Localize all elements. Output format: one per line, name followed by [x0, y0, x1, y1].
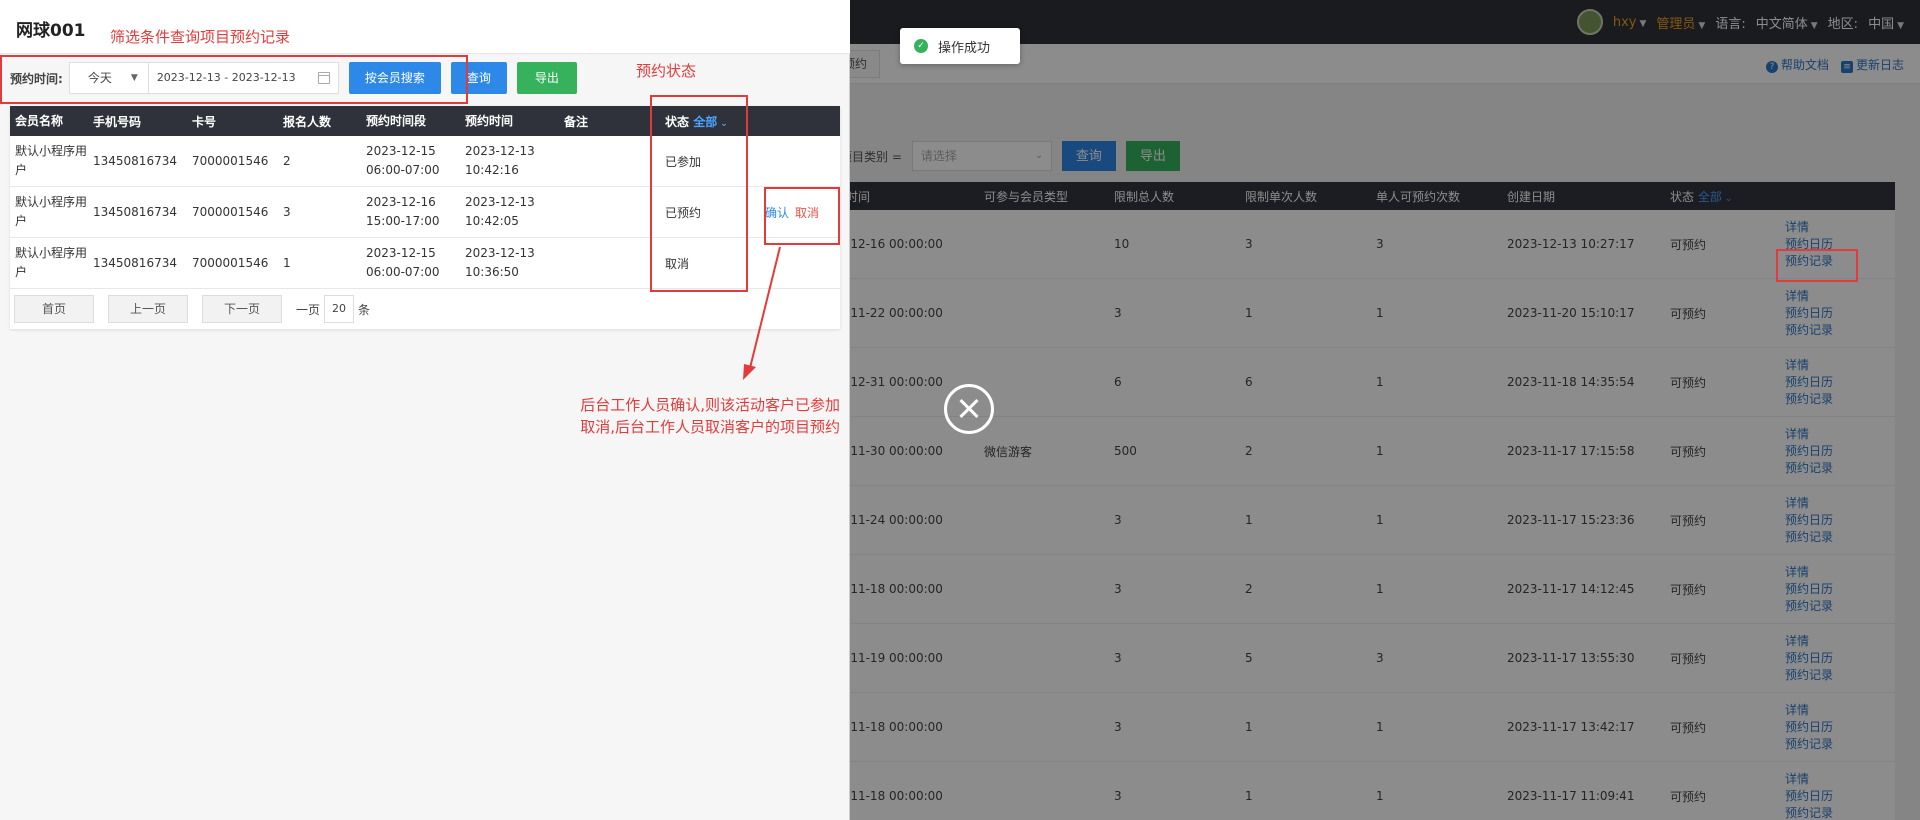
first-page-button[interactable]: 首页: [14, 295, 94, 323]
col-card: 卡号: [192, 114, 217, 129]
record-link-highlight-box: [1776, 249, 1858, 282]
status-highlight-box: [650, 95, 748, 292]
ops-explanation: 后台工作人员确认,则该活动客户已参加 取消,后台工作人员取消客户的项目预约: [580, 396, 840, 436]
phone: 13450816734: [93, 205, 177, 219]
pagination: 首页 上一页 下一页 一页 20 条: [10, 289, 840, 329]
phone: 13450816734: [93, 256, 177, 270]
member-name: 默认小程序用户: [15, 195, 88, 228]
close-icon[interactable]: [944, 384, 994, 434]
page-size: 一页 20 条: [296, 295, 370, 323]
card-no: 7000001546: [192, 205, 269, 219]
check-icon: ✓: [914, 39, 928, 53]
member-name: 默认小程序用户: [15, 246, 88, 279]
slot: 2023-12-15 06:00-07:00: [366, 246, 440, 279]
col-count: 报名人数: [283, 114, 332, 129]
page-size-input[interactable]: 20: [324, 295, 355, 323]
count: 2: [283, 154, 291, 168]
col-book-time: 预约时间: [465, 113, 514, 128]
book-time: 2023-12-13 10:42:05: [465, 195, 535, 228]
prev-page-button[interactable]: 上一页: [108, 295, 188, 323]
panel-title: 网球001: [16, 21, 86, 41]
phone: 13450816734: [93, 154, 177, 168]
filter-highlight-box: [0, 55, 468, 104]
filter-annotation: 筛选条件查询项目预约记录: [110, 28, 291, 46]
col-member-name: 会员名称: [15, 113, 64, 128]
book-time: 2023-12-13 10:36:50: [465, 246, 535, 279]
slot: 2023-12-16 15:00-17:00: [366, 195, 440, 228]
member-name: 默认小程序用户: [15, 144, 88, 177]
status-annotation: 预约状态: [636, 62, 697, 80]
count: 3: [283, 205, 291, 219]
card-no: 7000001546: [192, 154, 269, 168]
success-toast: ✓ 操作成功: [900, 28, 1020, 64]
book-time: 2023-12-13 10:42:16: [465, 144, 535, 177]
card-no: 7000001546: [192, 256, 269, 270]
export-button[interactable]: 导出: [516, 62, 577, 94]
next-page-button[interactable]: 下一页: [202, 295, 282, 323]
count: 1: [283, 256, 291, 270]
slot: 2023-12-15 06:00-07:00: [366, 144, 440, 177]
col-phone: 手机号码: [93, 114, 142, 129]
ops-highlight-box: [764, 187, 840, 245]
col-slot: 预约时间段: [366, 113, 427, 128]
